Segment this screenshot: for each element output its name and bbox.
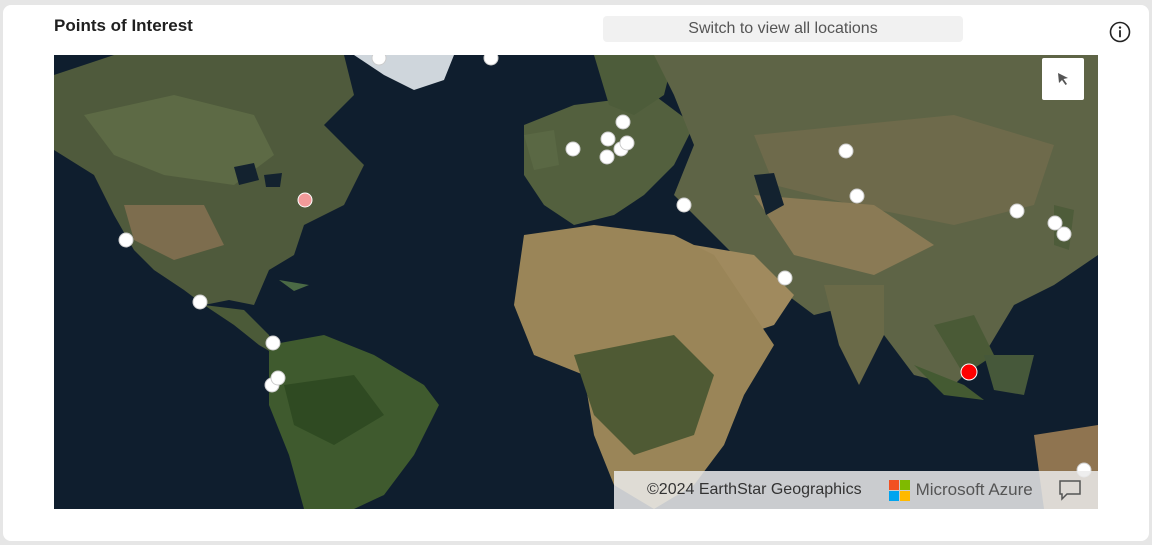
card-title: Points of Interest xyxy=(54,16,193,35)
poi-pin xyxy=(1056,226,1072,242)
poi-pin xyxy=(838,143,854,159)
poi-pin xyxy=(777,270,793,286)
info-icon[interactable] xyxy=(1109,21,1131,43)
poi-pin xyxy=(599,149,615,165)
poi-pin xyxy=(371,55,387,66)
select-tool-button[interactable] xyxy=(1042,58,1084,100)
attribution-text: ©2024 EarthStar Geographics xyxy=(647,481,862,498)
poi-pin xyxy=(615,114,631,130)
poi-pin xyxy=(118,232,134,248)
map-attribution-bar: ©2024 EarthStar Geographics Microsoft Az… xyxy=(614,471,1098,509)
microsoft-logo-icon xyxy=(888,479,910,501)
poi-pin xyxy=(265,335,281,351)
world-map-satellite xyxy=(54,55,1098,509)
poi-pin-highlight-soft xyxy=(297,192,313,208)
poi-pin xyxy=(192,294,208,310)
poi-pin xyxy=(619,135,635,151)
poi-pin xyxy=(600,131,616,147)
poi-pin xyxy=(565,141,581,157)
switch-view-button[interactable]: Switch to view all locations xyxy=(603,16,963,42)
feedback-icon[interactable] xyxy=(1058,479,1082,501)
poi-pin xyxy=(1009,203,1025,219)
poi-pin xyxy=(676,197,692,213)
provider-name: Microsoft Azure xyxy=(915,480,1033,499)
cursor-select-icon xyxy=(1058,73,1068,85)
poi-pin xyxy=(849,188,865,204)
poi-pin xyxy=(270,370,286,386)
poi-pin-highlight xyxy=(960,363,978,381)
map-view[interactable]: ©2024 EarthStar Geographics Microsoft Az… xyxy=(54,55,1098,509)
poi-pin xyxy=(483,55,499,66)
